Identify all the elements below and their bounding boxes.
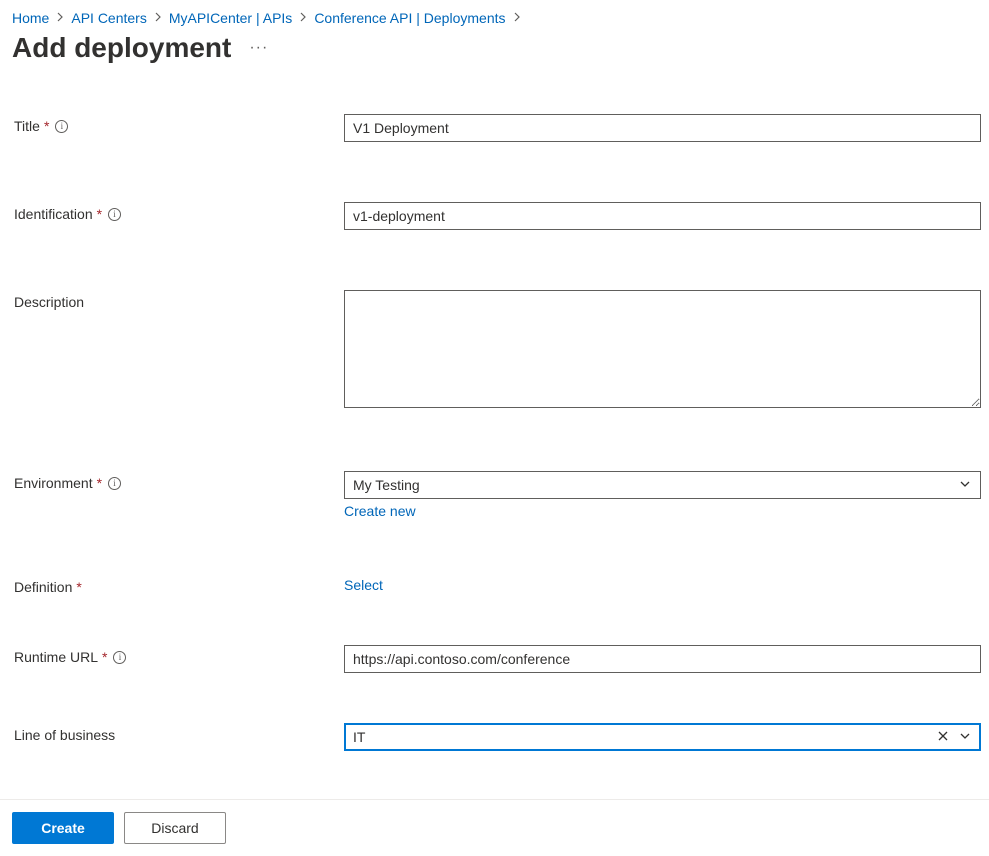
form-row-environment: Environment * i My Testing Create new <box>14 471 981 519</box>
definition-select-link[interactable]: Select <box>344 577 383 593</box>
info-icon[interactable]: i <box>113 651 126 664</box>
chevron-right-icon <box>57 12 63 25</box>
form-row-title: Title * i <box>14 114 981 142</box>
identification-input[interactable] <box>344 202 981 230</box>
environment-label: Environment * i <box>14 471 344 491</box>
page-header: Add deployment ··· <box>0 30 989 70</box>
discard-button[interactable]: Discard <box>124 812 226 844</box>
breadcrumb: Home API Centers MyAPICenter | APIs Conf… <box>0 0 989 30</box>
breadcrumb-home[interactable]: Home <box>12 10 49 26</box>
chevron-right-icon <box>300 12 306 25</box>
line-of-business-label: Line of business <box>14 723 344 743</box>
more-icon[interactable]: ··· <box>249 39 268 57</box>
required-marker: * <box>102 649 107 665</box>
description-input[interactable] <box>344 290 981 408</box>
footer-bar: Create Discard <box>0 799 989 856</box>
info-icon[interactable]: i <box>108 477 121 490</box>
identification-label: Identification * i <box>14 202 344 222</box>
info-icon[interactable]: i <box>55 120 68 133</box>
form-row-description: Description <box>14 290 981 411</box>
required-marker: * <box>44 118 49 134</box>
breadcrumb-myapicenter-apis[interactable]: MyAPICenter | APIs <box>169 10 292 26</box>
chevron-right-icon <box>514 12 520 25</box>
definition-label: Definition * <box>14 575 344 595</box>
title-input[interactable] <box>344 114 981 142</box>
info-icon[interactable]: i <box>108 208 121 221</box>
runtime-url-label: Runtime URL * i <box>14 645 344 665</box>
create-button[interactable]: Create <box>12 812 114 844</box>
form-row-line-of-business: Line of business IT <box>14 723 981 751</box>
description-label: Description <box>14 290 344 310</box>
required-marker: * <box>76 579 81 595</box>
form-area: Title * i Identification * i Description… <box>0 70 989 751</box>
runtime-url-input[interactable] <box>344 645 981 673</box>
line-of-business-select[interactable]: IT <box>344 723 981 751</box>
clear-icon[interactable] <box>937 729 949 745</box>
form-row-runtime-url: Runtime URL * i <box>14 645 981 673</box>
form-row-identification: Identification * i <box>14 202 981 230</box>
breadcrumb-api-centers[interactable]: API Centers <box>71 10 146 26</box>
create-new-link[interactable]: Create new <box>344 503 416 519</box>
chevron-right-icon <box>155 12 161 25</box>
environment-select[interactable]: My Testing <box>344 471 981 499</box>
required-marker: * <box>97 475 102 491</box>
title-label: Title * i <box>14 114 344 134</box>
form-row-definition: Definition * Select <box>14 575 981 595</box>
breadcrumb-conference-api-deployments[interactable]: Conference API | Deployments <box>314 10 505 26</box>
page-title: Add deployment <box>12 32 231 64</box>
required-marker: * <box>97 206 102 222</box>
